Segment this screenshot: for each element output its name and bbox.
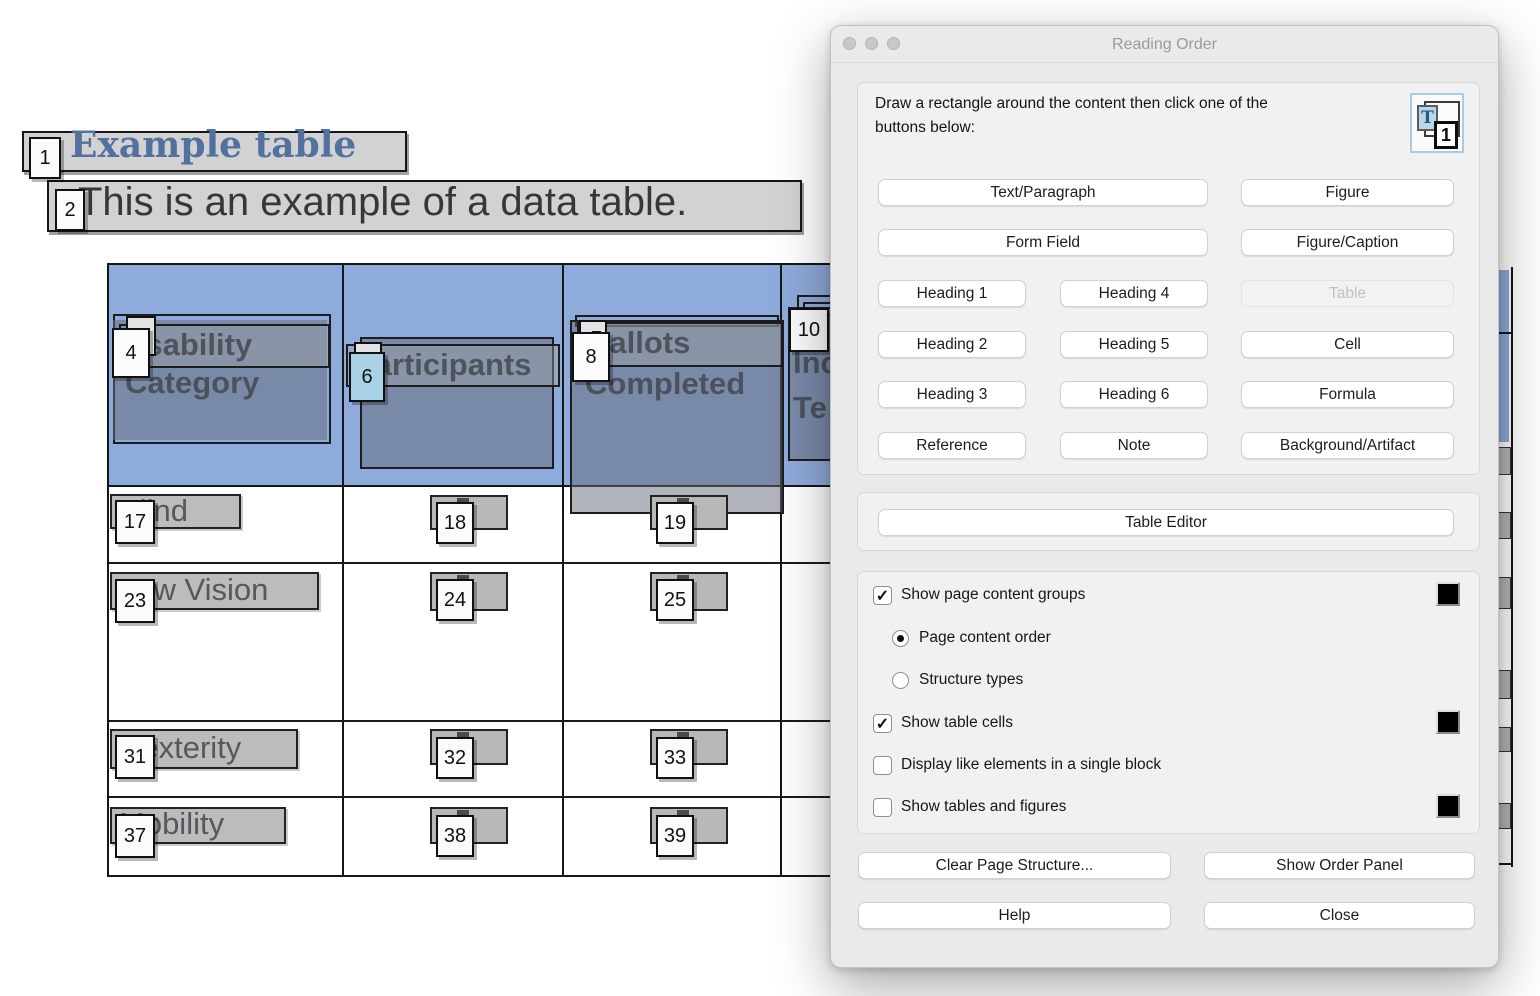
order-tag-6-selected[interactable]: 6	[349, 352, 385, 402]
order-tag-2[interactable]: 2	[55, 189, 85, 231]
show-page-content-groups-label: Show page content groups	[901, 586, 1085, 604]
table-grid-line	[109, 720, 832, 722]
order-tag-18[interactable]: 18	[436, 502, 474, 544]
cell-highlight	[1498, 447, 1511, 475]
dialog-title: Reading Order	[831, 26, 1498, 62]
structure-buttons-group	[857, 82, 1480, 475]
check-mark: ✓	[876, 586, 889, 606]
cell-highlight	[1498, 270, 1509, 332]
heading-5-button[interactable]: Heading 5	[1060, 331, 1208, 358]
order-tag-31[interactable]: 31	[115, 735, 155, 779]
document-heading: Example table	[70, 124, 356, 166]
table-grid-line	[109, 562, 832, 564]
heading-1-button[interactable]: Heading 1	[878, 280, 1026, 307]
heading-4-button[interactable]: Heading 4	[1060, 280, 1208, 307]
clear-page-structure-button[interactable]: Clear Page Structure...	[858, 852, 1171, 879]
cell-highlight	[1498, 727, 1511, 752]
order-tag-39[interactable]: 39	[656, 815, 694, 857]
page-content-groups-color-swatch[interactable]	[1436, 582, 1460, 606]
table-grid-line	[109, 796, 832, 798]
heading-2-button[interactable]: Heading 2	[878, 331, 1026, 358]
order-tag-32[interactable]: 32	[436, 737, 474, 779]
close-button[interactable]: Close	[1204, 902, 1475, 929]
show-page-content-groups-checkbox[interactable]: ✓	[873, 586, 892, 605]
cell-highlight	[1498, 577, 1511, 609]
cell-highlight	[1498, 334, 1509, 442]
display-like-elements-label: Display like elements in a single block	[901, 756, 1161, 774]
document-paragraph: This is an example of a data table.	[78, 180, 687, 225]
tables-figures-color-swatch[interactable]	[1436, 794, 1460, 818]
table-grid-line	[342, 265, 344, 875]
show-tables-and-figures-label: Show tables and figures	[901, 798, 1066, 816]
cell-highlight	[1498, 803, 1511, 829]
order-tag-23[interactable]: 23	[115, 579, 155, 623]
order-tag-8[interactable]: 8	[572, 332, 610, 382]
table-cells-color-swatch[interactable]	[1436, 710, 1460, 734]
show-table-cells-label: Show table cells	[901, 714, 1013, 732]
show-tables-and-figures-checkbox[interactable]	[873, 798, 892, 817]
figure-caption-button[interactable]: Figure/Caption	[1241, 229, 1454, 256]
instruction-line: Draw a rectangle around the content then…	[875, 92, 1395, 116]
order-tag-10[interactable]: 10	[789, 308, 829, 352]
text-paragraph-button[interactable]: Text/Paragraph	[878, 179, 1208, 206]
reference-button[interactable]: Reference	[878, 432, 1026, 459]
order-tag-4[interactable]: 4	[112, 328, 150, 378]
order-tag-17[interactable]: 17	[115, 500, 155, 544]
order-tag-25[interactable]: 25	[656, 579, 694, 621]
reading-order-tool-icon[interactable]: T 1	[1410, 93, 1464, 153]
dialog-titlebar[interactable]: Reading Order	[831, 26, 1498, 63]
heading-6-button[interactable]: Heading 6	[1060, 381, 1208, 408]
figure-button[interactable]: Figure	[1241, 179, 1454, 206]
header-cell-text: Te	[793, 390, 827, 426]
order-tag-1[interactable]: 1	[29, 137, 61, 179]
display-options-group	[857, 571, 1480, 834]
display-like-elements-checkbox[interactable]	[873, 756, 892, 775]
table-grid-line	[1498, 863, 1511, 865]
order-tag-19[interactable]: 19	[656, 502, 694, 544]
order-tag-24[interactable]: 24	[436, 579, 474, 621]
table-grid-line	[562, 265, 564, 875]
note-button[interactable]: Note	[1060, 432, 1208, 459]
page-content-order-radio[interactable]	[892, 630, 909, 647]
formula-button[interactable]: Formula	[1241, 381, 1454, 408]
instruction-line: buttons below:	[875, 116, 1395, 140]
show-table-cells-checkbox[interactable]: ✓	[873, 714, 892, 733]
cell-highlight	[1498, 512, 1511, 539]
cell-highlight	[1498, 670, 1511, 699]
data-table: Usability Category 3 4 Participants 5 6 …	[107, 263, 832, 877]
structure-types-radio[interactable]	[892, 672, 909, 689]
show-order-panel-button[interactable]: Show Order Panel	[1204, 852, 1475, 879]
help-button[interactable]: Help	[858, 902, 1171, 929]
heading-3-button[interactable]: Heading 3	[878, 381, 1026, 408]
form-field-button[interactable]: Form Field	[878, 229, 1208, 256]
background-artifact-button[interactable]: Background/Artifact	[1241, 432, 1454, 459]
instruction-text: Draw a rectangle around the content then…	[875, 92, 1395, 140]
screen: Example table 1 This is an example of a …	[0, 0, 1540, 996]
page-content-order-label: Page content order	[919, 629, 1051, 647]
order-number-glyph: 1	[1434, 121, 1458, 149]
cell-button[interactable]: Cell	[1241, 331, 1454, 358]
table-right-edge-sliver	[1498, 267, 1513, 867]
structure-types-label: Structure types	[919, 671, 1023, 689]
reading-order-dialog: Reading Order Draw a rectangle around th…	[830, 25, 1499, 968]
table-editor-button[interactable]: Table Editor	[878, 509, 1454, 536]
order-tag-33[interactable]: 33	[656, 737, 694, 779]
check-mark: ✓	[876, 714, 889, 734]
table-button-disabled: Table	[1241, 280, 1454, 307]
order-tag-38[interactable]: 38	[436, 815, 474, 857]
order-tag-37[interactable]: 37	[115, 814, 155, 858]
